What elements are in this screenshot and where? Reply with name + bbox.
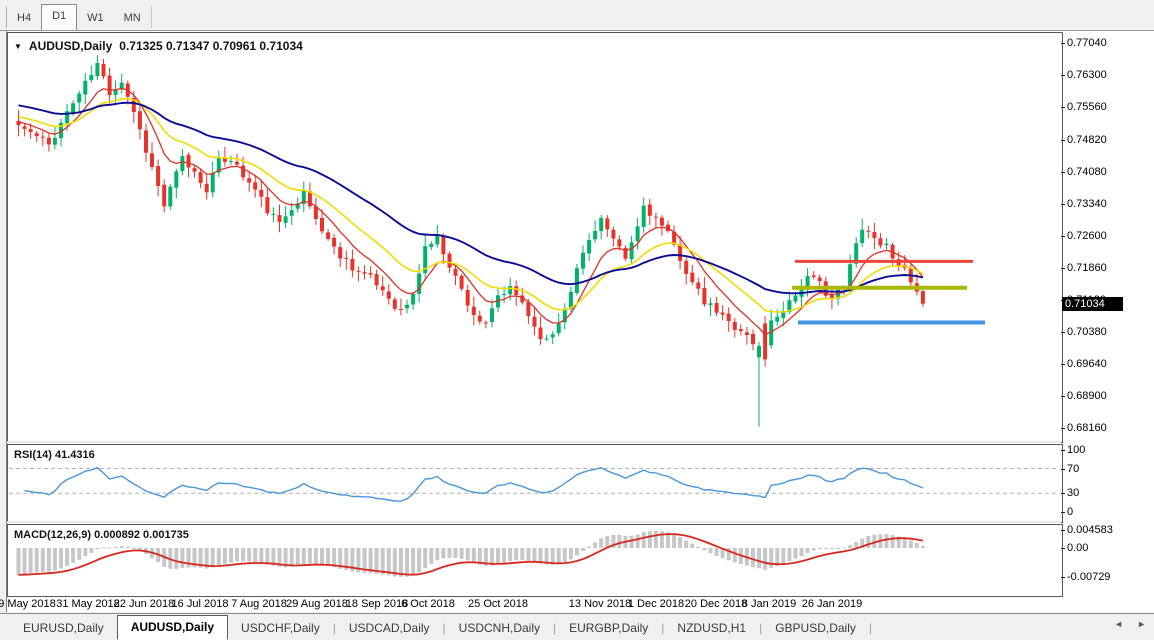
pane-splitter[interactable] xyxy=(7,441,1061,443)
date-axis-label: 31 May 2018 xyxy=(56,598,120,610)
date-axis-label: 25 Oct 2018 xyxy=(468,598,528,610)
axis-tick xyxy=(1061,396,1065,397)
scroll-tabs-left-icon[interactable]: ◄ xyxy=(1114,619,1123,629)
toolbar-separator xyxy=(151,6,152,28)
chart-symbol-period: AUDUSD,Daily xyxy=(29,39,112,53)
axis-tick xyxy=(1061,107,1065,108)
axis-tick xyxy=(1061,530,1065,531)
axis-tick xyxy=(1061,140,1065,141)
chart-tab-usdcnh-daily[interactable]: USDCNH,Daily xyxy=(446,617,553,639)
chart-tab-nzdusd-h1[interactable]: NZDUSD,H1 xyxy=(664,617,759,639)
axis-tick xyxy=(1061,428,1065,429)
rsi-axis-label: 30 xyxy=(1067,487,1079,499)
rsi-chart xyxy=(8,445,1060,520)
axis-tick xyxy=(1061,548,1065,549)
axis-tick xyxy=(1061,75,1065,76)
macd-axis-label: -0.00729 xyxy=(1067,571,1110,583)
price-axis-label: 0.68160 xyxy=(1067,422,1107,434)
date-axis-label: 18 Sep 2018 xyxy=(346,598,408,610)
macd-label: MACD(12,26,9) 0.000892 0.001735 xyxy=(14,529,189,541)
date-axis-label: 7 Aug 2018 xyxy=(231,598,287,610)
axis-tick xyxy=(1061,43,1065,44)
chart-dropdown-icon[interactable]: ▼ xyxy=(14,42,22,51)
price-axis-label: 0.69640 xyxy=(1067,358,1107,370)
chart-tab-gbpusd-daily[interactable]: GBPUSD,Daily xyxy=(762,617,869,639)
axis-tick xyxy=(1061,364,1065,365)
axis-tick xyxy=(1061,236,1065,237)
pane-splitter[interactable] xyxy=(7,521,1061,523)
axis-tick xyxy=(1061,469,1065,470)
axis-tick xyxy=(1061,493,1065,494)
price-axis-label: 0.71860 xyxy=(1067,262,1107,274)
macd-axis-label: 0.00 xyxy=(1067,542,1088,554)
price-axis-label: 0.77040 xyxy=(1067,37,1107,49)
axis-tick xyxy=(1061,512,1065,513)
date-axis-label: 13 Nov 2018 xyxy=(569,598,631,610)
price-chart-pane[interactable] xyxy=(7,32,1063,443)
tab-separator: | xyxy=(869,621,872,635)
scroll-tabs-right-icon[interactable]: ► xyxy=(1137,619,1146,629)
price-axis-label: 0.76300 xyxy=(1067,69,1107,81)
axis-tick xyxy=(1061,172,1065,173)
macd-axis-label: 0.004583 xyxy=(1067,524,1113,536)
rsi-axis-label: 0 xyxy=(1067,506,1073,518)
axis-tick xyxy=(1061,332,1065,333)
rsi-axis-label: 70 xyxy=(1067,463,1079,475)
chart-tab-audusd-daily[interactable]: AUDUSD,Daily xyxy=(117,615,228,640)
chart-ohlc-quotes: 0.71325 0.71347 0.70961 0.71034 xyxy=(119,39,303,53)
date-axis-label: 1 Dec 2018 xyxy=(628,598,684,610)
price-axis-label: 0.75560 xyxy=(1067,101,1107,113)
chart-tab-usdcad-daily[interactable]: USDCAD,Daily xyxy=(336,617,443,639)
date-axis-label: 9 May 2018 xyxy=(0,598,56,610)
chart-tab-usdchf-daily[interactable]: USDCHF,Daily xyxy=(228,617,333,639)
period-tab-w1[interactable]: W1 xyxy=(77,7,114,30)
axis-tick xyxy=(1061,204,1065,205)
axis-tick xyxy=(1061,268,1065,269)
date-axis-label: 22 Jun 2018 xyxy=(114,598,175,610)
date-axis-label: 6 Oct 2018 xyxy=(401,598,455,610)
period-tab-h4[interactable]: H4 xyxy=(7,7,41,30)
price-axis-label: 0.70380 xyxy=(1067,326,1107,338)
price-axis-label: 0.74820 xyxy=(1067,134,1107,146)
chart-tab-eurusd-daily[interactable]: EURUSD,Daily xyxy=(10,617,117,639)
period-tab-d1[interactable]: D1 xyxy=(41,4,77,30)
chart-tab-bar: EURUSD,DailyAUDUSD,DailyUSDCHF,Daily | USD… xyxy=(0,613,1154,640)
period-toolbar: H4D1W1MN xyxy=(0,0,1154,31)
price-axis-label: 0.74080 xyxy=(1067,166,1107,178)
rsi-indicator-pane[interactable] xyxy=(7,444,1063,523)
date-axis-label: 20 Dec 2018 xyxy=(685,598,747,610)
axis-tick xyxy=(1061,450,1065,451)
price-axis-label: 0.73340 xyxy=(1067,198,1107,210)
date-axis-label: 8 Jan 2019 xyxy=(742,598,796,610)
candlestick-chart[interactable] xyxy=(8,33,1060,440)
date-axis-label: 29 Aug 2018 xyxy=(286,598,348,610)
price-axis-label: 0.72600 xyxy=(1067,230,1107,242)
current-price-tag: 0.71034 xyxy=(1062,297,1123,311)
mt4-terminal: H4D1W1MN ▼ AUDUSD,Daily 0.71325 0.71347 … xyxy=(0,0,1154,640)
date-axis-label: 26 Jan 2019 xyxy=(802,598,863,610)
chart-tab-eurgbp-daily[interactable]: EURGBP,Daily xyxy=(556,617,661,639)
axis-tick xyxy=(1061,577,1065,578)
rsi-axis-label: 100 xyxy=(1067,444,1085,456)
chart-title: ▼ AUDUSD,Daily 0.71325 0.71347 0.70961 0… xyxy=(14,39,303,53)
price-axis-label: 0.68900 xyxy=(1067,390,1107,402)
period-tab-mn[interactable]: MN xyxy=(114,7,151,30)
rsi-label: RSI(14) 41.4316 xyxy=(14,449,95,461)
period-tab-clipped[interactable] xyxy=(0,6,7,28)
date-axis-label: 16 Jul 2018 xyxy=(172,598,229,610)
tab-scrollers: ◄ ► xyxy=(1114,619,1146,629)
